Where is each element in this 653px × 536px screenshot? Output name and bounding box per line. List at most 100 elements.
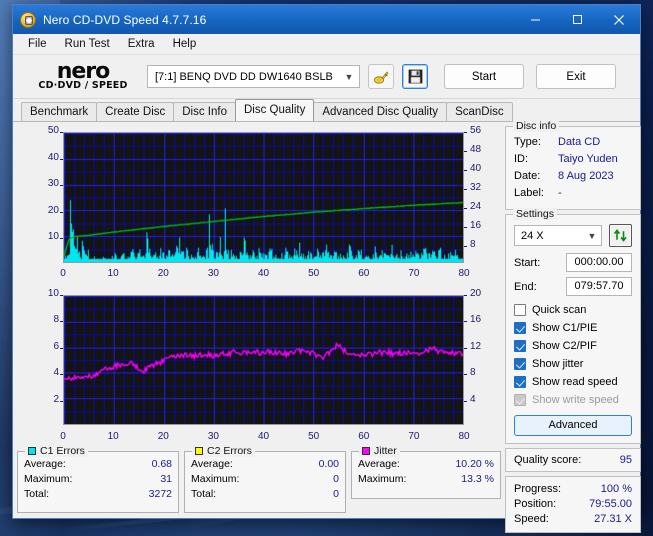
c2-average-label: Average:: [191, 458, 233, 470]
legend-row: C1 Errors Average: 0.68 Maximum: 31 Total:…: [17, 445, 501, 513]
x-axis-tick-label: 0: [60, 430, 66, 442]
checkbox-show-c1-pie[interactable]: Show C1/PIE: [514, 319, 632, 337]
quality-score-value: 95: [619, 454, 632, 466]
checkbox-quick-scan[interactable]: Quick scan: [514, 301, 632, 319]
y-axis-tick-label: 6: [53, 340, 59, 352]
menu-bar: File Run Test Extra Help: [13, 34, 640, 55]
end-field-label: End:: [514, 280, 537, 293]
y-axis-tick: [60, 158, 63, 160]
nero-disc-icon: [20, 11, 36, 28]
title-bar: Nero CD-DVD Speed 4.7.7.16: [13, 5, 640, 34]
c1-errors-legend-title: C1 Errors: [25, 445, 88, 457]
x-axis-tick-label: 30: [207, 268, 219, 279]
checkbox-checked-icon: [514, 358, 526, 370]
c1-errors-legend: C1 Errors Average: 0.68 Maximum: 31 Total:…: [17, 445, 179, 513]
menu-item-run-test[interactable]: Run Test: [56, 36, 119, 52]
c1-average-label: Average:: [24, 458, 66, 470]
y2-axis-tick-label: 48: [470, 144, 482, 155]
start-field[interactable]: 000:00.00: [566, 253, 632, 272]
x-axis-tick-label: 40: [257, 430, 270, 442]
checkbox-show-jitter[interactable]: Show jitter: [514, 355, 632, 373]
tab-scandisc[interactable]: ScanDisc: [446, 102, 513, 121]
checkbox-quick-scan-label: Quick scan: [532, 304, 587, 316]
y2-axis-tick: [464, 294, 467, 296]
speed-label: Speed:: [514, 513, 549, 525]
y2-axis-tick-label: 32: [470, 182, 482, 193]
maximize-icon[interactable]: [556, 5, 598, 34]
jitter-chart-plot-area: [63, 294, 464, 425]
position-label: Position:: [514, 498, 557, 510]
tab-strip: Benchmark Create Disc Disc Info Disc Qua…: [13, 99, 640, 121]
drive-select[interactable]: [7:1] BENQ DVD DD DW1640 BSLB ▼: [147, 65, 360, 88]
y2-axis-tick: [464, 321, 467, 323]
tab-benchmark[interactable]: Benchmark: [21, 102, 98, 121]
minimize-icon[interactable]: [514, 5, 556, 34]
y-axis-tick-label: 10: [47, 231, 59, 243]
speed-value: 27.31 X: [594, 513, 632, 525]
menu-item-extra[interactable]: Extra: [119, 36, 164, 52]
start-field-label: Start:: [514, 256, 541, 269]
disc-erase-icon-button[interactable]: [368, 64, 394, 89]
speed-select-value: 24 X: [521, 229, 544, 242]
menu-item-file[interactable]: File: [19, 36, 56, 52]
refresh-icon-button[interactable]: [609, 224, 632, 247]
c1-color-swatch-icon: [28, 447, 36, 455]
y2-axis-tick: [464, 227, 467, 228]
tab-disc-quality[interactable]: Disc Quality: [235, 99, 315, 121]
tab-create-disc[interactable]: Create Disc: [96, 102, 175, 121]
y2-axis-tick-label: 16: [470, 314, 482, 326]
c1-legend-label: C1 Errors: [40, 445, 85, 457]
y2-axis-tick: [464, 132, 467, 133]
start-button[interactable]: Start: [444, 64, 524, 89]
y2-axis-tick-label: 24: [470, 201, 482, 212]
y2-axis-tick: [464, 400, 467, 402]
y2-axis-tick: [464, 246, 467, 247]
toolbar: nero CD·DVD ∕ SPEED [7:1] BENQ DVD DD DW…: [13, 55, 640, 99]
y-axis-tick: [60, 238, 63, 240]
drive-select-value: [7:1] BENQ DVD DD DW1640 BSLB: [155, 70, 333, 83]
c1-errors-chart: 10 20 30 40 50 8 16 24 32 40 48 56 0 10 20 30 40 50 60 70 80: [17, 125, 501, 285]
checkbox-show-jitter-label: Show jitter: [532, 358, 584, 370]
speed-select[interactable]: 24 X ▼: [514, 225, 602, 246]
advanced-button[interactable]: Advanced: [514, 415, 632, 436]
c2-maximum-label: Maximum:: [191, 473, 240, 485]
close-icon[interactable]: [598, 5, 640, 34]
exit-button[interactable]: Exit: [536, 64, 616, 89]
y2-axis-tick-label: 12: [470, 340, 482, 352]
y2-axis-tick: [464, 347, 467, 349]
y2-axis-tick-label: 40: [470, 163, 482, 174]
quality-score-group: Quality score: 95: [505, 448, 641, 472]
checkbox-show-c1-pie-label: Show C1/PIE: [532, 322, 598, 334]
x-axis-tick-label: 50: [308, 430, 320, 442]
c2-total-label: Total:: [191, 488, 217, 500]
save-icon-button[interactable]: [402, 64, 428, 89]
x-axis-tick-label: 50: [308, 268, 320, 279]
disc-date-label: Date:: [514, 170, 541, 182]
y2-axis-tick-label: 56: [470, 125, 482, 136]
checkbox-checked-icon: [514, 376, 526, 388]
jitter-legend: Jitter Average: 10.20 % Maximum: 13.3 %: [351, 445, 501, 499]
disc-label-value: -: [558, 187, 562, 199]
checkbox-show-read-speed-label: Show read speed: [532, 376, 618, 388]
menu-item-help[interactable]: Help: [164, 36, 206, 52]
logo-wordmark: nero: [56, 58, 111, 84]
logo-subtitle: CD·DVD ∕ SPEED: [38, 79, 128, 91]
checkbox-checked-icon: [514, 340, 526, 352]
y2-axis-tick: [464, 189, 467, 190]
disc-type-value: Data CD: [558, 136, 601, 148]
x-axis-tick-label: 10: [107, 430, 119, 442]
tab-advanced-disc-quality[interactable]: Advanced Disc Quality: [313, 102, 448, 121]
c2-legend-label: C2 Errors: [207, 445, 252, 457]
y2-axis-tick: [464, 374, 467, 376]
x-axis-tick-label: 40: [257, 268, 270, 279]
jitter-average-value: 10.20 %: [455, 458, 494, 470]
disc-date-value: 8 Aug 2023: [558, 170, 614, 182]
checkbox-show-c2-pif[interactable]: Show C2/PIF: [514, 337, 632, 355]
checkbox-show-read-speed[interactable]: Show read speed: [514, 373, 632, 391]
c1-average-value: 0.68: [151, 458, 172, 470]
y2-axis-tick-label: 8: [470, 367, 476, 379]
end-field[interactable]: 079:57.70: [566, 277, 632, 296]
y-axis-tick: [60, 211, 63, 213]
charts-column: 10 20 30 40 50 8 16 24 32 40 48 56 0 10 20 30 40 50 60 70 80…: [17, 125, 501, 513]
tab-disc-info[interactable]: Disc Info: [173, 102, 236, 121]
